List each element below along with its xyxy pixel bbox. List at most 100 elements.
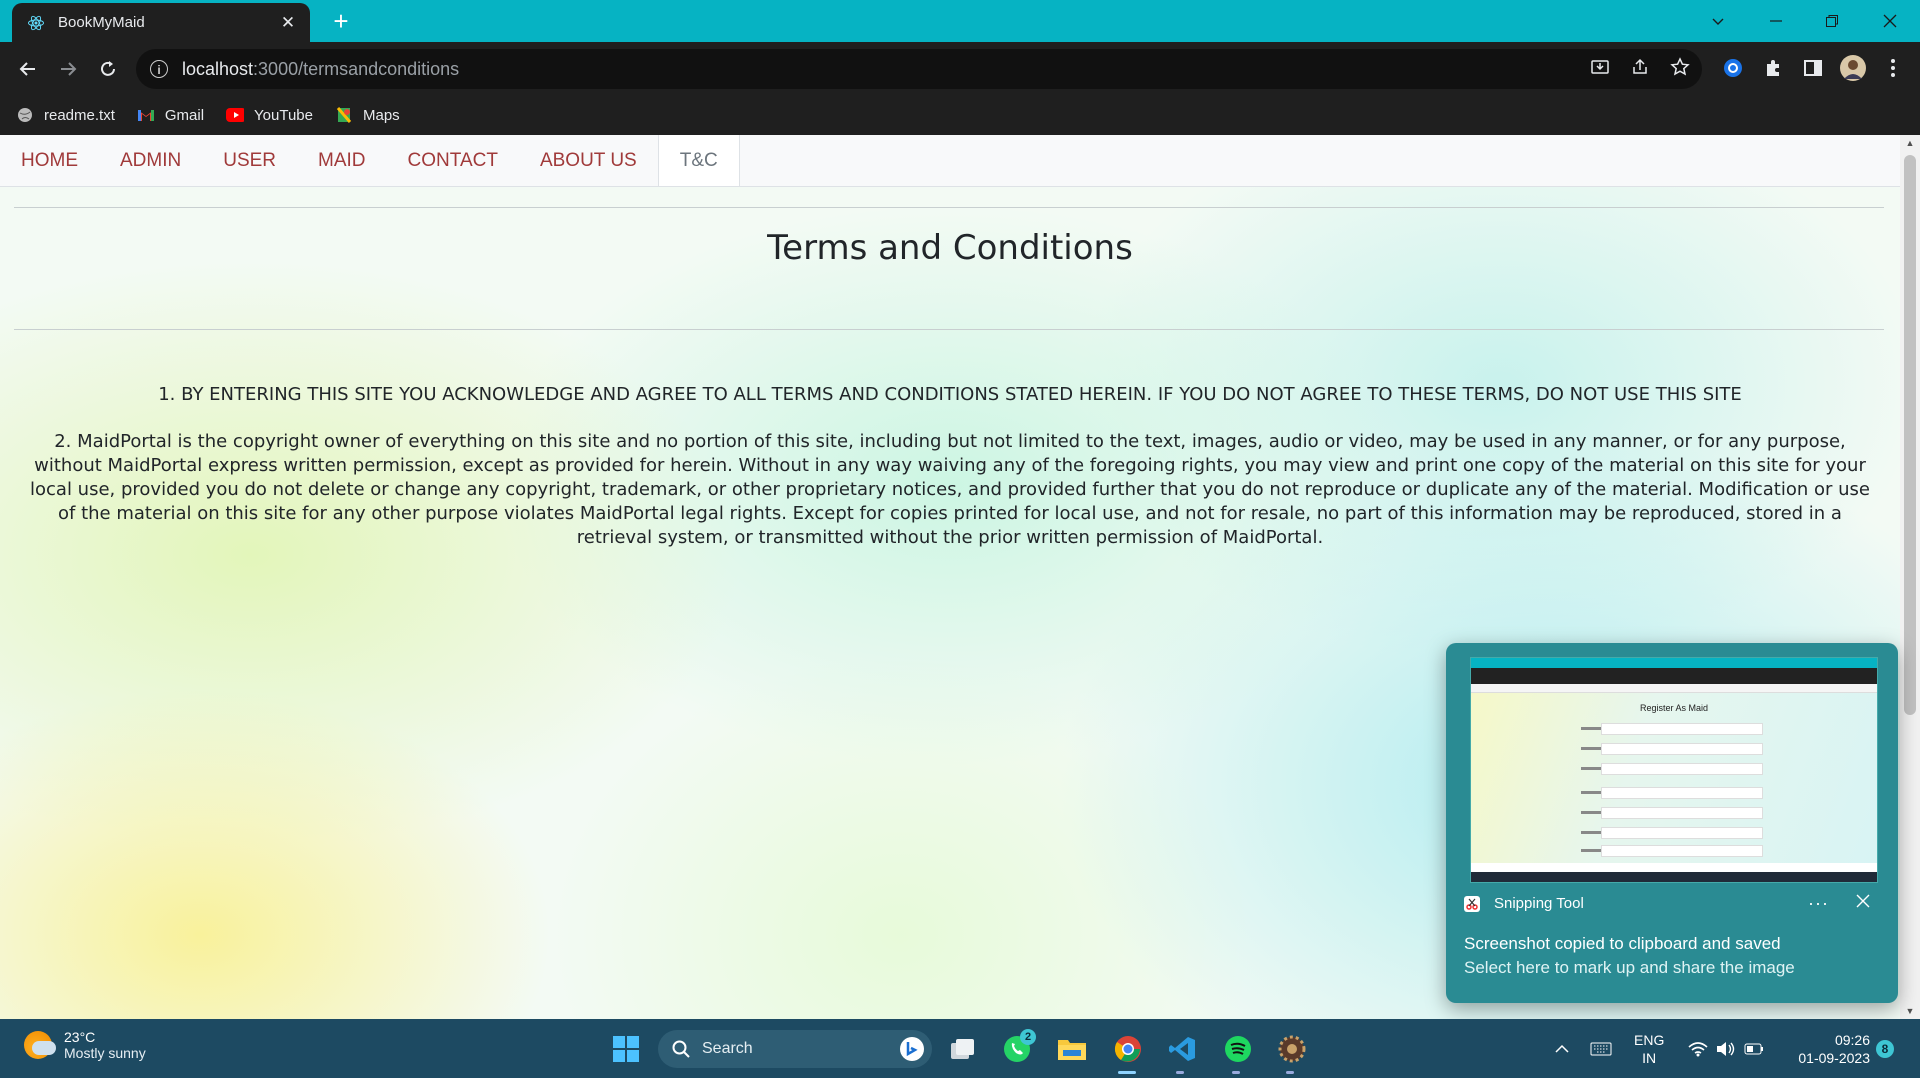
date: 01-09-2023: [1798, 1050, 1870, 1066]
chrome-icon[interactable]: [1110, 1031, 1146, 1067]
search-icon: [672, 1040, 690, 1058]
app-running-indicator: [1286, 1071, 1294, 1074]
snipping-tool-icon: [1464, 895, 1480, 912]
bookmarks-bar: readme.txt Gmail YouTube Maps: [0, 95, 1920, 135]
clock[interactable]: 09:26 01-09-2023: [1782, 1031, 1870, 1067]
close-window-button[interactable]: [1862, 0, 1918, 42]
more-options-icon[interactable]: ···: [1808, 893, 1829, 914]
toast-sub-message: Select here to mark up and share the ima…: [1464, 958, 1795, 977]
screenshot-thumbnail[interactable]: Register As Maid: [1470, 657, 1878, 883]
reload-icon[interactable]: [92, 53, 124, 85]
menu-kebab-icon[interactable]: [1878, 53, 1908, 83]
search-placeholder: Search: [702, 1040, 753, 1057]
close-tab-icon[interactable]: ✕: [278, 13, 298, 33]
gmail-icon: [137, 107, 155, 123]
divider: [14, 329, 1884, 330]
bookmark-label: Maps: [363, 106, 400, 124]
scroll-down-icon[interactable]: ▼: [1900, 1003, 1920, 1019]
bookmark-label: Gmail: [164, 106, 205, 124]
spotify-icon[interactable]: [1220, 1031, 1256, 1067]
nav-about-us[interactable]: ABOUT US: [519, 135, 658, 186]
file-explorer-icon[interactable]: [1054, 1031, 1090, 1067]
lang-code: ENG: [1634, 1032, 1665, 1048]
extensions-puzzle-icon[interactable]: [1758, 53, 1788, 83]
spotify-running-indicator: [1232, 1071, 1240, 1074]
wifi-icon[interactable]: [1686, 1019, 1710, 1078]
weather-condition: Mostly sunny: [64, 1045, 146, 1061]
scrollbar-thumb[interactable]: [1904, 155, 1916, 715]
browser-tab[interactable]: BookMyMaid ✕: [12, 3, 310, 42]
weather-icon: [24, 1031, 56, 1059]
toast-app-row: Snipping Tool: [1464, 895, 1584, 912]
page-title: Terms and Conditions: [767, 228, 1133, 268]
weather-widget[interactable]: 23°C Mostly sunny: [24, 1029, 146, 1061]
chevron-up-icon[interactable]: [1552, 1019, 1572, 1078]
bookmark-label: YouTube: [254, 106, 313, 124]
keyboard-icon[interactable]: [1588, 1019, 1614, 1078]
page-scrollbar[interactable]: ▲ ▼: [1900, 135, 1920, 1019]
youtube-icon: [226, 107, 245, 123]
url-host: localhost: [182, 58, 254, 79]
bookmark-readme[interactable]: readme.txt: [16, 107, 115, 124]
term-1: 1. BY ENTERING THIS SITE YOU ACKNOWLEDGE…: [158, 384, 1742, 405]
tab-strip: BookMyMaid ✕ +: [0, 0, 1920, 42]
temperature: 23°C: [64, 1029, 96, 1045]
toast-message: Screenshot copied to clipboard and saved: [1464, 934, 1781, 953]
scroll-up-icon[interactable]: ▲: [1900, 135, 1920, 151]
battery-icon[interactable]: [1742, 1019, 1766, 1078]
minimize-button[interactable]: [1748, 0, 1804, 42]
whatsapp-badge: 2: [1020, 1029, 1036, 1045]
address-bar[interactable]: i localhost:3000/termsandconditions: [136, 49, 1702, 89]
notification-badge[interactable]: 8: [1876, 1040, 1894, 1058]
share-icon[interactable]: [1630, 57, 1650, 82]
forward-icon[interactable]: [52, 53, 84, 85]
vscode-icon[interactable]: [1164, 1031, 1200, 1067]
tab-search-icon[interactable]: [1690, 0, 1746, 42]
taskbar-search[interactable]: Search: [658, 1030, 932, 1068]
restore-button[interactable]: [1804, 0, 1860, 42]
snipping-tool-notification[interactable]: Register As Maid Snipping Tool ··· Scree…: [1446, 643, 1898, 1003]
lang-region: IN: [1642, 1050, 1657, 1066]
time: 09:26: [1834, 1032, 1870, 1048]
bing-icon[interactable]: [900, 1037, 924, 1066]
back-icon[interactable]: [12, 53, 44, 85]
maps-icon: [335, 107, 353, 123]
bookmark-star-icon[interactable]: [1670, 56, 1690, 82]
bookmark-label: readme.txt: [44, 106, 115, 124]
close-icon[interactable]: [1856, 891, 1870, 914]
tab-title: BookMyMaid: [58, 14, 145, 31]
react-icon: [26, 13, 46, 33]
nav-contact[interactable]: CONTACT: [387, 135, 519, 186]
taskbar: 23°C Mostly sunny Search 2 ENG IN 09:26 …: [0, 1019, 1920, 1078]
nav-user[interactable]: USER: [202, 135, 297, 186]
bookmark-maps[interactable]: Maps: [335, 107, 400, 124]
install-icon[interactable]: [1590, 57, 1610, 82]
chrome-active-indicator: [1118, 1071, 1136, 1074]
language-indicator[interactable]: ENG IN: [1634, 1031, 1664, 1067]
volume-icon[interactable]: [1714, 1019, 1738, 1078]
thumbnail-title: Register As Maid: [1639, 703, 1709, 713]
settings-gear-icon[interactable]: [1274, 1031, 1310, 1067]
nav-home[interactable]: HOME: [0, 135, 99, 186]
nav-maid[interactable]: MAID: [297, 135, 387, 186]
toast-app-name: Snipping Tool: [1494, 895, 1584, 912]
nav-tc[interactable]: T&C: [657, 135, 740, 186]
term-2: 2. MaidPortal is the copyright owner of …: [30, 431, 1870, 548]
browser-toolbar: i localhost:3000/termsandconditions: [0, 42, 1920, 95]
terms-body: 1. BY ENTERING THIS SITE YOU ACKNOWLEDGE…: [20, 383, 1880, 573]
bookmark-gmail[interactable]: Gmail: [137, 107, 204, 124]
url-path: :3000/termsandconditions: [253, 58, 460, 79]
new-tab-button[interactable]: +: [326, 6, 356, 36]
extension-blue-icon[interactable]: [1718, 53, 1748, 83]
site-info-icon[interactable]: i: [150, 60, 168, 78]
start-windows-icon[interactable]: [608, 1031, 644, 1067]
globe-icon: [16, 107, 34, 123]
side-panel-icon[interactable]: [1798, 53, 1828, 83]
divider: [14, 207, 1884, 208]
bookmark-youtube[interactable]: YouTube: [226, 107, 313, 124]
site-navbar: HOME ADMIN USER MAID CONTACT ABOUT US T&…: [0, 135, 1900, 187]
profile-avatar[interactable]: [1838, 53, 1868, 83]
nav-admin[interactable]: ADMIN: [99, 135, 202, 186]
vscode-running-indicator: [1176, 1071, 1184, 1074]
task-view-icon[interactable]: [945, 1031, 981, 1067]
